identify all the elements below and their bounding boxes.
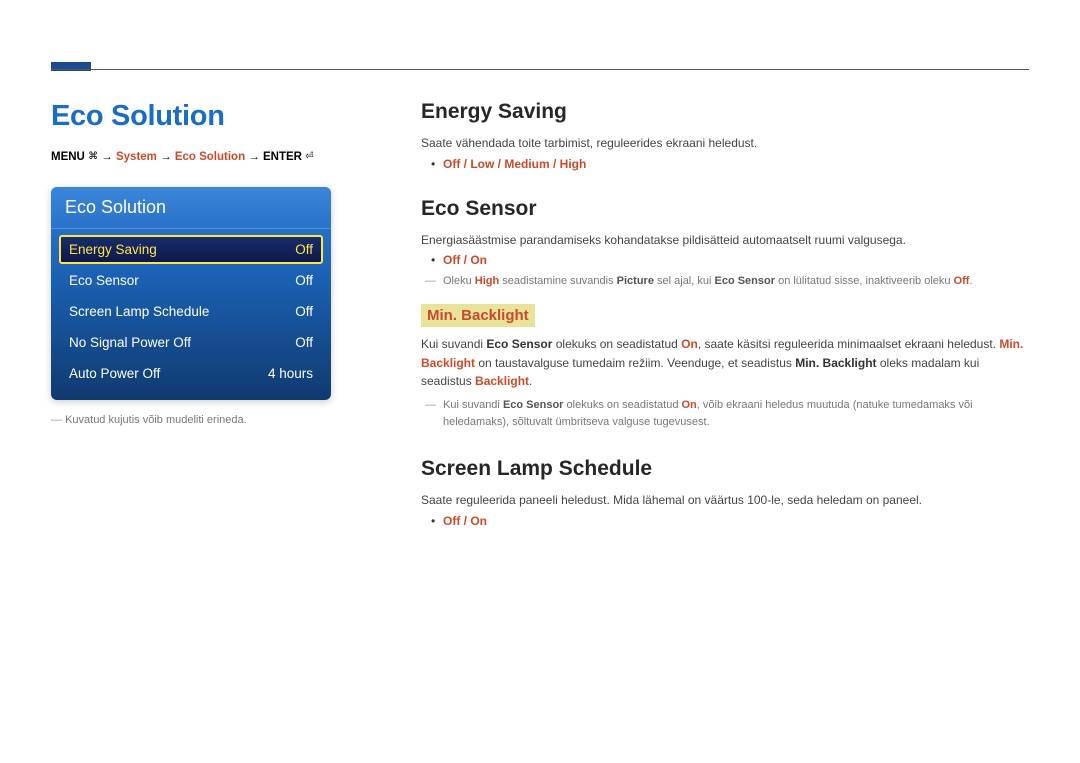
menu-item-screen-lamp-schedule[interactable]: Screen Lamp Schedule Off [59, 297, 323, 326]
eco-sensor-note: Oleku High seadistamine suvandis Picture… [421, 273, 1029, 290]
menu-item-label: Auto Power Off [69, 366, 160, 381]
menu-item-auto-power-off[interactable]: Auto Power Off 4 hours [59, 359, 323, 388]
breadcrumb: MENU ⌘ → System → Eco Solution → ENTER ⏎ [51, 151, 391, 163]
menu-item-label: Eco Sensor [69, 273, 139, 288]
energy-saving-desc: Saate vähendada toite tarbimist, regulee… [421, 134, 1029, 153]
eco-sensor-note-2: Kui suvandi Eco Sensor olekuks on seadis… [421, 397, 1029, 431]
enter-icon: ⏎ [305, 151, 313, 162]
menu-item-energy-saving[interactable]: Energy Saving Off [59, 235, 323, 264]
energy-saving-options: Off / Low / Medium / High [421, 157, 1029, 171]
section-title-energy-saving: Energy Saving [421, 100, 1029, 124]
section-title-screen-lamp: Screen Lamp Schedule [421, 457, 1029, 481]
header-rule [51, 69, 1029, 70]
menu-item-label: Screen Lamp Schedule [69, 304, 209, 319]
menu-item-value: Off [295, 242, 313, 257]
menu-item-value: Off [295, 304, 313, 319]
settings-panel: Eco Solution Energy Saving Off Eco Sensor O… [51, 187, 331, 400]
section-title-eco-sensor: Eco Sensor [421, 197, 1029, 221]
menu-item-label: Energy Saving [69, 242, 157, 257]
menu-item-no-signal-power-off[interactable]: No Signal Power Off Off [59, 328, 323, 357]
menu-icon: ⌘ [88, 151, 98, 162]
menu-item-value: Off [295, 273, 313, 288]
eco-sensor-options: Off / On [421, 253, 1029, 267]
page-title: Eco Solution [51, 100, 391, 133]
min-backlight-label: Min. Backlight [421, 304, 535, 327]
panel-caption: Kuvatud kujutis võib mudeliti erineda. [51, 414, 391, 426]
menu-item-label: No Signal Power Off [69, 335, 191, 350]
screen-lamp-options: Off / On [421, 514, 1029, 528]
eco-sensor-desc: Energiasäästmise parandamiseks kohandata… [421, 231, 1029, 250]
min-backlight-desc: Kui suvandi Eco Sensor olekuks on seadis… [421, 335, 1029, 391]
menu-item-eco-sensor[interactable]: Eco Sensor Off [59, 266, 323, 295]
panel-header: Eco Solution [51, 187, 331, 229]
menu-item-value: Off [295, 335, 313, 350]
menu-item-value: 4 hours [268, 366, 313, 381]
screen-lamp-desc: Saate reguleerida paneeli heledust. Mida… [421, 491, 1029, 510]
